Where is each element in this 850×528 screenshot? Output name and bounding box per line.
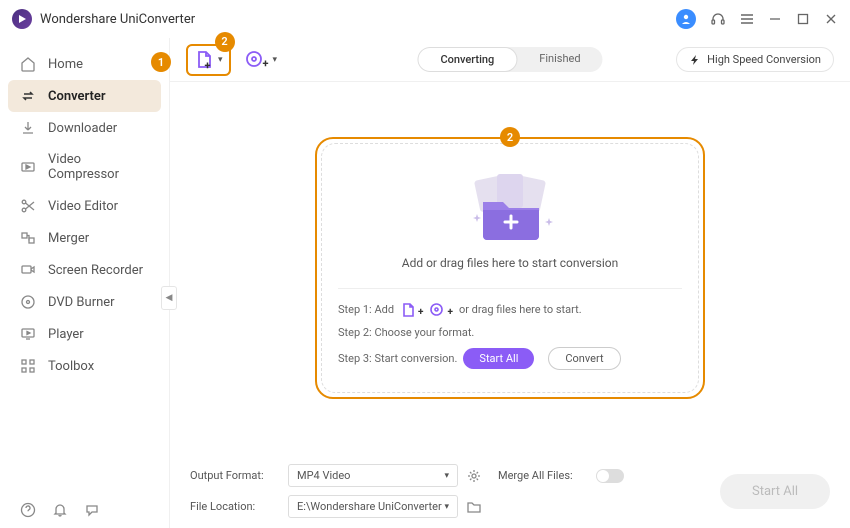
sidebar-item-label: Video Compressor [48,152,149,182]
sidebar-item-label: DVD Burner [48,295,115,310]
menu-icon[interactable] [740,12,754,26]
dropzone-steps: Step 1: Add + + or drag files here to st… [338,301,682,370]
sidebar-item-label: Home [48,57,83,72]
sidebar: Home 1 Converter Downloader Video Compre… [0,38,170,528]
status-tabs: Converting Finished [417,47,602,72]
sidebar-item-label: Screen Recorder [48,263,143,278]
close-button[interactable] [824,12,838,26]
scissors-icon [20,198,36,214]
folder-illustration [455,172,565,242]
merge-label: Merge All Files: [498,469,588,482]
merge-toggle[interactable] [596,469,624,483]
sidebar-item-merger[interactable]: Merger [0,222,169,254]
footer: Output Format: MP4 Video▾ Merge All File… [170,454,850,528]
chevron-down-icon: ▾ [273,55,278,65]
maximize-button[interactable] [796,12,810,26]
high-speed-toggle[interactable]: High Speed Conversion [676,47,834,72]
toolbox-icon [20,358,36,374]
chevron-down-icon: ▾ [218,55,223,65]
step-3: Step 3: Start conversion. Start All Conv… [338,347,682,370]
tab-converting[interactable]: Converting [417,47,517,72]
sidebar-item-compressor[interactable]: Video Compressor [0,144,169,190]
start-all-button[interactable]: Start All [720,474,830,509]
support-icon[interactable] [710,11,726,27]
high-speed-label: High Speed Conversion [707,53,821,66]
sidebar-item-label: Downloader [48,121,117,136]
add-file-button[interactable]: + ▾ 2 [186,44,231,76]
sidebar-item-downloader[interactable]: Downloader [0,112,169,144]
sidebar-item-home[interactable]: Home 1 [0,48,169,80]
convert-pill[interactable]: Convert [548,347,620,370]
disc-plus-icon [429,302,445,318]
file-location-select[interactable]: E:\Wondershare UniConverter▾ [288,495,458,518]
disc-plus-icon [245,50,265,70]
sidebar-bottom [20,502,100,518]
annotation-badge-2b: 2 [500,127,520,147]
titlebar-left: Wondershare UniConverter [12,9,195,29]
app-logo [12,9,32,29]
annotation-badge-1: 1 [151,52,171,72]
settings-icon[interactable] [466,468,482,484]
minimize-button[interactable] [768,12,782,26]
sidebar-item-label: Toolbox [48,359,94,374]
dropzone[interactable]: 2 [315,137,705,399]
sidebar-item-label: Player [48,327,84,342]
sidebar-item-toolbox[interactable]: Toolbox [0,350,169,382]
step-2: Step 2: Choose your format. [338,326,682,339]
download-icon [20,120,36,136]
file-location-label: File Location: [190,500,280,513]
dropzone-area: 2 [170,82,850,454]
main-layout: Home 1 Converter Downloader Video Compre… [0,38,850,528]
merger-icon [20,230,36,246]
disc-icon [20,294,36,310]
file-plus-icon [400,302,416,318]
home-icon [20,56,36,72]
tab-finished[interactable]: Finished [517,47,602,72]
lightning-icon [689,54,701,66]
compressor-icon [20,159,36,175]
converter-icon [20,88,36,104]
sidebar-item-converter[interactable]: Converter [8,80,161,112]
dropzone-top: Add or drag files here to start conversi… [338,162,682,289]
sidebar-item-editor[interactable]: Video Editor [0,190,169,222]
step-1: Step 1: Add + + or drag files here to st… [338,301,682,318]
add-url-button[interactable]: + ▾ [243,45,280,74]
folder-icon[interactable] [466,499,482,515]
recorder-icon [20,262,36,278]
app-title: Wondershare UniConverter [40,12,195,27]
output-format-select[interactable]: MP4 Video▾ [288,464,458,487]
help-icon[interactable] [20,502,36,518]
sidebar-item-dvd[interactable]: DVD Burner [0,286,169,318]
content-area: + ▾ 2 + ▾ Converting Finished High Speed… [170,38,850,528]
annotation-badge-2: 2 [215,32,235,52]
titlebar-right [676,9,838,29]
user-avatar[interactable] [676,9,696,29]
sidebar-item-label: Merger [48,231,89,246]
toolbar: + ▾ 2 + ▾ Converting Finished High Speed… [170,38,850,82]
start-all-pill[interactable]: Start All [463,348,534,369]
sidebar-item-label: Converter [48,89,106,104]
player-icon [20,326,36,342]
sidebar-item-recorder[interactable]: Screen Recorder [0,254,169,286]
feedback-icon[interactable] [84,502,100,518]
output-format-label: Output Format: [190,469,280,482]
dropzone-headline: Add or drag files here to start conversi… [338,256,682,270]
sidebar-item-label: Video Editor [48,199,118,214]
bell-icon[interactable] [52,502,68,518]
title-bar: Wondershare UniConverter [0,0,850,38]
sidebar-item-player[interactable]: Player [0,318,169,350]
